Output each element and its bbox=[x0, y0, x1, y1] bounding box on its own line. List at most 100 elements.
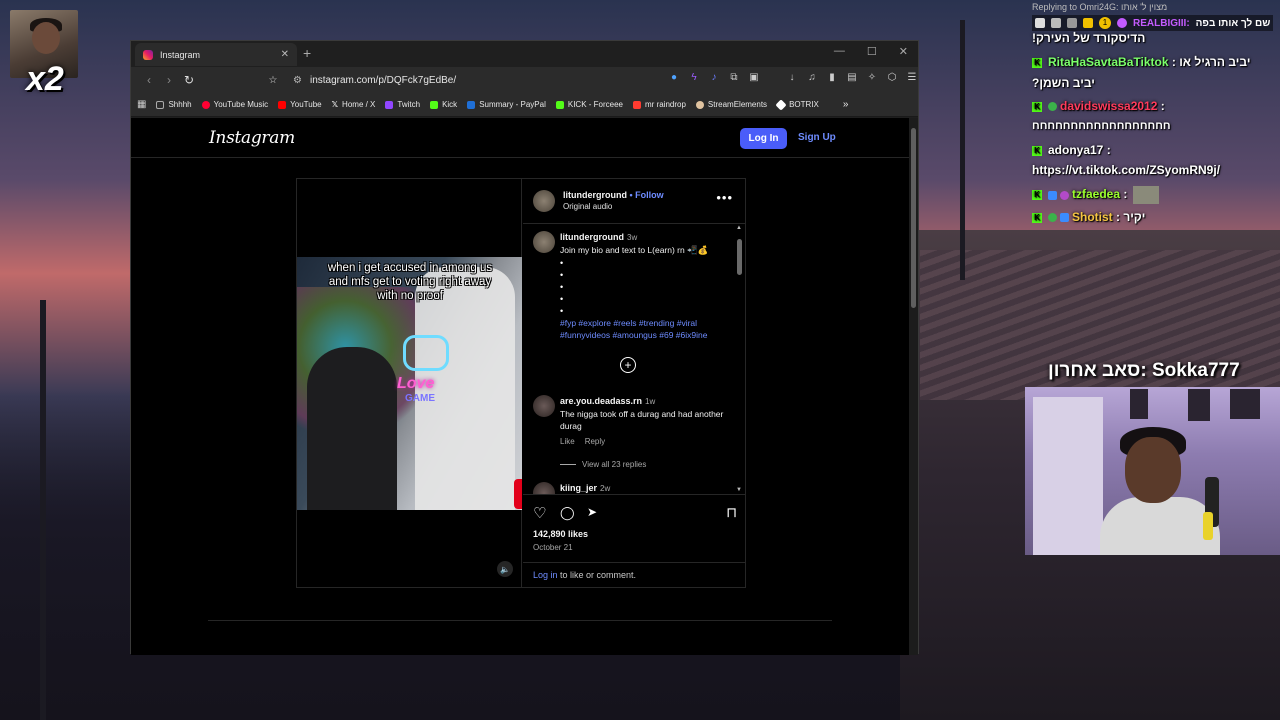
page-viewport: Instagram Log In Sign Up Love GAME when … bbox=[131, 118, 911, 655]
forward-icon[interactable]: › bbox=[159, 73, 179, 87]
chat-reply-header: Replying to Omri24G: מצוין ל' אותו bbox=[1032, 2, 1168, 12]
avatar[interactable] bbox=[533, 190, 555, 212]
chat-username[interactable]: RitaHaSavtaBaTiktok bbox=[1048, 55, 1169, 69]
post-header: litunderground • Follow Original audio •… bbox=[523, 179, 745, 224]
comment-username[interactable]: are.you.deadass.rn bbox=[560, 396, 642, 406]
last-subscriber-label: סאב אחרון: Sokka777 bbox=[1048, 360, 1240, 381]
view-replies-button[interactable]: View all 23 replies bbox=[560, 460, 646, 469]
chat-message: Ktzfaedea : bbox=[1032, 186, 1160, 204]
reload-icon[interactable]: ↻ bbox=[179, 73, 199, 87]
chat-username[interactable]: davidswissa2012 bbox=[1060, 99, 1157, 113]
extension-icon[interactable]: ϟ bbox=[689, 72, 699, 83]
post-media[interactable]: Love GAME when i get accused in among us… bbox=[297, 179, 522, 587]
bookmark-item[interactable]: StreamElements bbox=[695, 100, 767, 109]
extensions-puzzle-icon[interactable]: ⧉ bbox=[729, 72, 739, 83]
bookmark-item[interactable]: YouTube Music bbox=[201, 100, 268, 109]
avatar[interactable] bbox=[533, 231, 555, 253]
caption-username[interactable]: litunderground bbox=[560, 232, 624, 242]
signup-button[interactable]: Sign Up bbox=[798, 132, 836, 143]
close-window-button[interactable]: ✕ bbox=[899, 45, 908, 58]
chat-link[interactable]: https://vt.tiktok.com/ZSyomRN9j/ bbox=[1032, 163, 1220, 177]
utility-pole bbox=[960, 20, 965, 280]
minimize-button[interactable]: — bbox=[834, 45, 845, 58]
kick-badge-icon: K bbox=[1032, 212, 1042, 223]
bookmark-item[interactable]: KICK - Forceee bbox=[555, 100, 623, 109]
bookmark-item[interactable]: YouTube bbox=[278, 100, 322, 109]
follow-button[interactable]: • Follow bbox=[630, 190, 664, 200]
bookmark-item[interactable]: 𝕏 Home / X bbox=[332, 100, 376, 109]
comment-reply-button[interactable]: Reply bbox=[585, 437, 605, 446]
delete-icon[interactable] bbox=[1035, 18, 1045, 28]
site-info-icon[interactable]: ⚙ bbox=[293, 75, 302, 86]
avatar[interactable] bbox=[533, 395, 555, 417]
chat-highlight-message: 1 REALBIGIII: שם לך אותו בפה bbox=[1032, 15, 1274, 31]
post-username[interactable]: litunderground bbox=[563, 190, 627, 200]
chat-username[interactable]: Shotist bbox=[1072, 210, 1113, 224]
back-icon[interactable]: ‹ bbox=[139, 73, 159, 87]
save-bookmark-icon[interactable]: ⊓ bbox=[726, 504, 737, 521]
login-button[interactable]: Log In bbox=[740, 128, 787, 149]
chat-username[interactable]: tzfaedea bbox=[1072, 187, 1120, 201]
multiplier-label: x2 bbox=[26, 60, 64, 98]
bookmark-item[interactable]: BOTRIX bbox=[775, 98, 819, 111]
media-icon[interactable]: ♫ bbox=[807, 72, 817, 83]
avatar[interactable] bbox=[533, 482, 555, 494]
bookmarks-bar: ▦ Shhhh YouTube Music YouTube 𝕏 Home / X … bbox=[131, 93, 918, 117]
menu-icon[interactable]: ☰ bbox=[907, 72, 917, 83]
crown-badge-icon bbox=[1083, 18, 1093, 28]
navigation-bar: ‹ › ↻ ☆ ⚙ instagram.com/p/DQFck7gEdBe/ ●… bbox=[131, 67, 918, 93]
chat-username[interactable]: REALBIGIII: bbox=[1133, 18, 1190, 29]
like-heart-icon[interactable]: ♡ bbox=[533, 504, 546, 522]
tab-instagram[interactable]: Instagram ✕ bbox=[135, 43, 297, 66]
load-more-comments-icon[interactable]: + bbox=[620, 357, 636, 373]
comment-bubble-icon[interactable]: ◯ bbox=[560, 505, 575, 521]
bookmark-item[interactable]: Summary - PayPal bbox=[467, 100, 546, 109]
audio-label[interactable]: Original audio bbox=[563, 202, 612, 211]
bookmark-item[interactable]: Kick bbox=[430, 100, 457, 109]
kick-badge-icon: K bbox=[1032, 101, 1042, 112]
download-icon[interactable]: ↓ bbox=[787, 72, 797, 83]
extension-icon[interactable]: ♪ bbox=[709, 72, 719, 83]
chat-message: Kdavidswissa2012 : bbox=[1032, 99, 1165, 113]
bookmark-item[interactable]: mr raindrop bbox=[633, 100, 686, 109]
window-controls: — ☐ ✕ bbox=[834, 45, 908, 58]
extension-icon[interactable]: ● bbox=[669, 72, 679, 83]
address-bar[interactable]: ⚙ instagram.com/p/DQFck7gEdBe/ bbox=[279, 70, 613, 90]
bookmarks-more-icon[interactable]: » bbox=[843, 99, 849, 110]
gift-count-badge: 1 bbox=[1099, 17, 1111, 29]
share-icon[interactable]: ➤ bbox=[587, 505, 597, 519]
instagram-post: Love GAME when i get accused in among us… bbox=[296, 178, 746, 588]
maximize-button[interactable]: ☐ bbox=[867, 45, 877, 58]
tab-close-icon[interactable]: ✕ bbox=[281, 49, 289, 60]
instagram-logo[interactable]: Instagram bbox=[209, 128, 295, 148]
timeout-icon[interactable] bbox=[1051, 18, 1061, 28]
comment-like-button[interactable]: Like bbox=[560, 437, 575, 446]
bookmark-item[interactable]: Twitch bbox=[385, 100, 420, 109]
instagram-header: Instagram Log In Sign Up bbox=[131, 118, 911, 158]
video-frame[interactable]: Love GAME when i get accused in among us… bbox=[297, 257, 522, 510]
login-link[interactable]: Log in bbox=[533, 570, 558, 580]
leo-ai-icon[interactable]: ✧ bbox=[867, 72, 877, 83]
shield-icon bbox=[1067, 18, 1077, 28]
comment-username[interactable]: kiing_jer bbox=[560, 483, 597, 493]
vpn-shield-icon[interactable]: ⬡ bbox=[887, 72, 897, 83]
chat-username[interactable]: adonya17 bbox=[1048, 143, 1103, 157]
bookmark-item[interactable]: Shhhh bbox=[156, 100, 192, 109]
divider bbox=[208, 620, 832, 621]
likes-count[interactable]: 142,890 likes bbox=[533, 529, 588, 539]
comments-scrollbar[interactable]: ▲ ▼ bbox=[736, 225, 743, 493]
screenshot-icon[interactable]: ▣ bbox=[749, 72, 759, 83]
new-tab-button[interactable]: + bbox=[303, 45, 311, 61]
caption-time: 3w bbox=[627, 233, 638, 242]
webcam-main bbox=[1025, 387, 1280, 555]
love-overlay: Love bbox=[397, 375, 435, 392]
comments-section: litunderground 3w Join my bio and text to… bbox=[523, 225, 745, 495]
mute-icon[interactable]: 🔈 bbox=[497, 561, 513, 577]
sidebar-icon[interactable]: ▮ bbox=[827, 72, 837, 83]
hashtags[interactable]: #fyp #explore #reels #trending #viral #f… bbox=[560, 317, 729, 341]
chat-message: Kadonya17 : bbox=[1032, 143, 1111, 157]
apps-grid-icon[interactable]: ▦ bbox=[137, 99, 146, 110]
wallet-icon[interactable]: ▤ bbox=[847, 72, 857, 83]
page-scrollbar[interactable] bbox=[909, 118, 918, 655]
more-options-icon[interactable]: ••• bbox=[716, 190, 733, 205]
